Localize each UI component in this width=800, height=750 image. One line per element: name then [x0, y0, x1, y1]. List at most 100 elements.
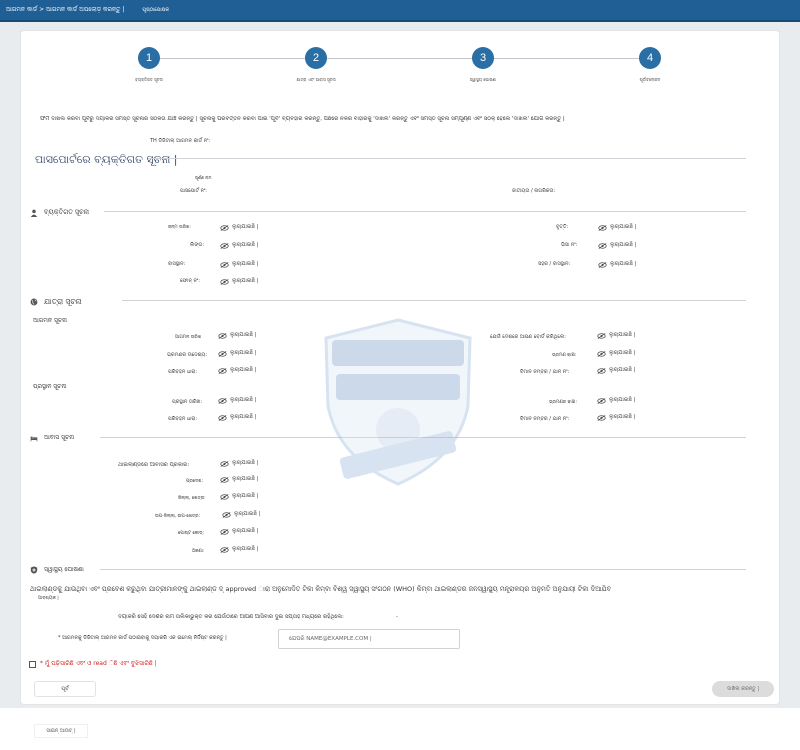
eye-slash-icon[interactable] — [218, 350, 227, 357]
departure-flight-number-label: ବିମାନ ନମ୍ବର / ଯାନ ନଂ: — [520, 416, 570, 422]
personal-info-title: ବ୍ୟକ୍ତିଗତ ସୂଚନା — [44, 208, 90, 216]
eye-slash-icon[interactable] — [220, 476, 229, 483]
accommodation-info-heading: ଆବାସ ସୂଚନା — [30, 434, 74, 442]
step-1-label: ବ୍ୟକ୍ତିଗତ ସୂଚନା — [135, 77, 163, 82]
departure-date-label: ପ୍ରସ୍ଥାନ ତାରିଖ: — [172, 399, 203, 405]
travel-purpose-label: ଭ୍ରମଣର ଉଦ୍ଦେଶ୍ୟ: — [167, 352, 208, 358]
consent-checkbox[interactable] — [29, 661, 36, 668]
instructions-text: ଫର୍ମ ଦାଖଲ କରିବା ପୂର୍ବରୁ ଦୟାକରି ସମସ୍ତ ସୂଚ… — [40, 116, 565, 122]
health-declaration-text: ଥାଇଲାଣ୍ଡକୁ ଯାଉଥିବା ଏବଂ ପ୍ରବେଶ କରୁଥିବା ଯା… — [30, 585, 612, 593]
sign-out-button[interactable]: ସାଇନ୍ ଆଉଟ୍ | — [34, 724, 88, 738]
boarding-country-value: ଲୁଚାଯାଇଛି | — [597, 332, 636, 339]
step-1-circle[interactable]: 1 — [138, 47, 160, 69]
departure-date-value: ଲୁଚାଯାଇଛି | — [218, 397, 257, 404]
police-shield-watermark — [324, 318, 472, 486]
step-2-circle[interactable]: 2 — [305, 47, 327, 69]
transport-label: ଭ୍ରମଣ ଢାଞ୍ଚା: — [552, 353, 577, 358]
eye-slash-icon[interactable] — [220, 278, 229, 285]
flight-number-value: ଲୁଚାଯାଇଛି | — [597, 367, 636, 374]
postcode-label: ପୋଷ୍ଟ କୋଡ୍: — [178, 531, 204, 536]
divider — [122, 300, 746, 301]
globe-icon — [30, 298, 38, 306]
transport-mode-label: ପରିବହନ ଧାରା: — [168, 369, 198, 375]
occupation-label: ବୃତ୍ତି: — [556, 224, 569, 230]
nav-link[interactable]: ପୃଷ୍ଠାପୋଷକ — [142, 7, 169, 13]
boarding-country-label: ଯେଉଁ ଦେଶରେ ଆପଣ ବୋର୍ଡ କରିଥିଲେ: — [490, 334, 566, 340]
eye-slash-icon[interactable] — [598, 224, 607, 231]
eye-slash-icon[interactable] — [597, 397, 606, 404]
email-input[interactable]: ଯେପରି NAME@EXAMPLE.COM | — [278, 629, 460, 649]
health-declaration-title: ସ୍ୱାସ୍ଥ୍ୟ ଘୋଷଣା — [44, 566, 84, 573]
full-name-label: ପୂର୍ଣ୍ଣ ନାମ — [195, 175, 212, 180]
travel-purpose-value: ଲୁଚାଯାଇଛି | — [218, 350, 257, 357]
eye-slash-icon[interactable] — [597, 367, 606, 374]
step-4-label: ପୂର୍ବାବଲୋକନ — [639, 77, 661, 82]
top-navigation-bar: ଆଗମନ କାର୍ଡ > ଆଗମନ କାର୍ଡ ଅପଲୋଡ଼ କରନ୍ତୁ | … — [0, 0, 800, 22]
travel-info-heading: ଯାତ୍ରା ସୂଚନା — [30, 297, 82, 307]
address-value: ଲୁଚାଯାଇଛି | — [220, 546, 259, 553]
eye-slash-icon[interactable] — [220, 242, 229, 249]
eye-slash-icon[interactable] — [218, 397, 227, 404]
personal-info-heading: ବ୍ୟକ୍ତିଗତ ସୂଚନା — [30, 208, 89, 217]
phone-label: ଫୋନ୍ ନଂ: — [180, 278, 200, 284]
arrival-info-title: ଆଗମନ ସୂଚନା — [33, 317, 67, 324]
transport-mode-value: ଲୁଚାଯାଇଛି | — [218, 367, 257, 374]
dob-value: ଲୁଚାଯାଇଛି | — [220, 224, 259, 231]
arrival-date-label: ଆଗମନ ତାରିଖ — [175, 335, 202, 340]
previous-button[interactable]: ପୂର୍ବ — [34, 681, 96, 697]
consent-label: * ମୁଁ ପଢ଼ିସାରିଛି ଏବଂ ଓ read ିଛି ଏବଂ ବୁଝି… — [40, 660, 157, 667]
eye-slash-icon[interactable] — [598, 261, 607, 268]
step-connector — [494, 58, 639, 59]
nationality-label: ଜାତୀୟତା / ନାଗରିକତା: — [512, 188, 556, 194]
eye-slash-icon[interactable] — [220, 261, 229, 268]
departure-transport-mode-label: ପରିବହନ ଧାରା: — [168, 416, 198, 422]
divider — [148, 158, 746, 159]
breadcrumb: ଆଗମନ କାର୍ଡ > ଆଗମନ କାର୍ଡ ଅପଲୋଡ଼ କରନ୍ତୁ | — [6, 6, 125, 13]
postcode-value: ଲୁଚାଯାଇଛି | — [220, 528, 259, 535]
eye-slash-icon[interactable] — [220, 546, 229, 553]
eye-slash-icon[interactable] — [220, 224, 229, 231]
departure-flight-number-value: ଲୁଚାଯାଇଛି | — [597, 414, 636, 421]
subdistrict-label: ଉପ-ଜିଲ୍ଲା, ଉପ-ଖେତ୍ର: — [155, 514, 201, 519]
arrival-date-value: ଲୁଚାଯାଇଛି | — [218, 332, 257, 339]
passport-section-title: ପାସପୋର୍ଟରେ ବ୍ୟକ୍ତିଗତ ସୂଚନା | — [35, 153, 178, 166]
district-value: ଲୁଚାଯାଇଛି | — [220, 493, 259, 500]
eye-slash-icon[interactable] — [597, 414, 606, 421]
gender-value: ଲୁଚାଯାଇଛି | — [220, 242, 259, 249]
district-label: ଜିଲ୍ଲା, ଖେତ୍ର: — [178, 496, 206, 501]
step-3-circle[interactable]: 3 — [472, 47, 494, 69]
eye-slash-icon[interactable] — [220, 460, 229, 467]
dob-label: ଜନ୍ମ ତାରିଖ: — [168, 225, 191, 230]
step-4-circle[interactable]: 4 — [639, 47, 661, 69]
visited-countries-value: - — [396, 614, 398, 620]
transport-value: ଲୁଚାଯାଇଛି | — [597, 350, 636, 357]
city-value: ଲୁଚାଯାଇଛି | — [598, 261, 637, 268]
passport-number-label: ପାସପୋର୍ଟ ନଂ: — [180, 188, 207, 194]
subdistrict-value: ଲୁଚାଯାଇଛି | — [222, 511, 261, 518]
eye-slash-icon[interactable] — [220, 493, 229, 500]
bed-icon — [30, 436, 38, 442]
eye-slash-icon[interactable] — [597, 332, 606, 339]
eye-slash-icon[interactable] — [222, 511, 231, 518]
city-label: ସହର / ବାସସ୍ଥାନ: — [538, 261, 571, 267]
eye-slash-icon[interactable] — [218, 367, 227, 374]
health-declaration-required: ଆବଶ୍ୟକ | — [38, 596, 59, 601]
departure-info-title: ପ୍ରସ୍ଥାନ ସୂଚନା — [33, 383, 67, 390]
eye-slash-icon[interactable] — [218, 414, 227, 421]
step-3-label: ସ୍ୱାସ୍ଥ୍ୟ ଘୋଷଣା — [469, 77, 497, 82]
eye-slash-icon[interactable] — [218, 332, 227, 339]
eye-slash-icon[interactable] — [220, 528, 229, 535]
address-label: ଠିକଣା: — [192, 549, 205, 554]
accommodation-type-value: ଲୁଚାଯାଇଛି | — [220, 460, 259, 467]
province-label: ପ୍ରଦେଶ: — [186, 479, 203, 484]
visa-label: ଭିସା ନଂ: — [561, 242, 578, 248]
submit-button[interactable]: ଦାଖିଲ କରନ୍ତୁ | — [712, 681, 774, 697]
divider — [104, 211, 746, 212]
progress-stepper: 1 2 3 4 ବ୍ୟକ୍ତିଗତ ସୂଚନା ଯାତ୍ରା ଏବଂ ଆବାସ … — [20, 30, 780, 90]
visited-countries-label: ଦୟାକରି ସେହି ଦେଶର ନାମ ତାଲିକାଭୁକ୍ତ କର ଯେଉଁ… — [118, 614, 344, 620]
eye-slash-icon[interactable] — [598, 242, 607, 249]
user-icon — [30, 209, 38, 217]
departure-travel-mode-label: ଭ୍ରମଣର ଢାଞ୍ଚା: — [549, 400, 577, 405]
occupation-value: ଲୁଚାଯାଇଛି | — [598, 224, 637, 231]
eye-slash-icon[interactable] — [597, 350, 606, 357]
